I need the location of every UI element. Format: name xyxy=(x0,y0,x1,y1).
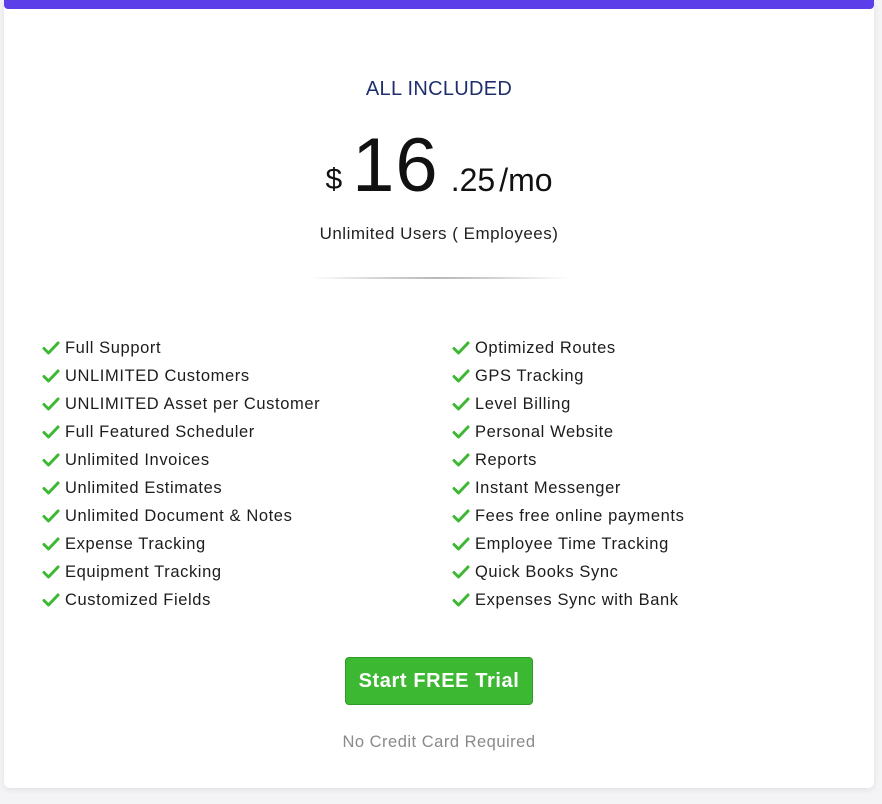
feature-label: Customized Fields xyxy=(65,590,211,609)
check-icon xyxy=(452,593,470,607)
feature-item: GPS Tracking xyxy=(452,362,862,390)
feature-item: Optimized Routes xyxy=(452,334,862,362)
divider xyxy=(310,277,568,279)
feature-label: Unlimited Document & Notes xyxy=(65,506,293,525)
feature-label: Full Featured Scheduler xyxy=(65,422,255,441)
feature-list: Full Support UNLIMITED Customers UNLIMITED… xyxy=(42,334,862,614)
check-icon xyxy=(452,509,470,523)
check-icon xyxy=(452,565,470,579)
feature-label: Optimized Routes xyxy=(475,338,616,357)
feature-item: Expense Tracking xyxy=(42,530,452,558)
price: $16 .25/mo xyxy=(4,122,874,209)
feature-item: Reports xyxy=(452,446,862,474)
plan-title: ALL INCLUDED xyxy=(365,78,513,100)
check-icon xyxy=(452,453,470,467)
feature-item: UNLIMITED Asset per Customer xyxy=(42,390,452,418)
check-icon xyxy=(42,425,60,439)
feature-item: Unlimited Invoices xyxy=(42,446,452,474)
feature-item: Unlimited Document & Notes xyxy=(42,502,452,530)
feature-item: Customized Fields xyxy=(42,586,452,614)
check-icon xyxy=(42,481,60,495)
feature-item: Quick Books Sync xyxy=(452,558,862,586)
feature-label: Personal Website xyxy=(475,422,614,441)
feature-item: Personal Website xyxy=(452,418,862,446)
feature-label: Full Support xyxy=(65,338,162,357)
feature-item: Full Featured Scheduler xyxy=(42,418,452,446)
feature-label: Quick Books Sync xyxy=(475,562,619,581)
check-icon xyxy=(42,341,60,355)
feature-item: Unlimited Estimates xyxy=(42,474,452,502)
feature-item: Expenses Sync with Bank xyxy=(452,586,862,614)
check-icon xyxy=(452,425,470,439)
feature-label: GPS Tracking xyxy=(475,366,584,385)
check-icon xyxy=(452,397,470,411)
pricing-card: ALL INCLUDED $16 .25/mo Unlimited Users (… xyxy=(4,0,874,788)
feature-label: Equipment Tracking xyxy=(65,562,222,581)
price-currency: $ xyxy=(325,163,343,196)
price-amount: 16 xyxy=(352,123,439,208)
check-icon xyxy=(42,593,60,607)
feature-label: UNLIMITED Customers xyxy=(65,366,250,385)
price-period: /mo xyxy=(499,162,553,198)
feature-label: Unlimited Estimates xyxy=(65,478,223,497)
check-icon xyxy=(42,509,60,523)
check-icon xyxy=(452,341,470,355)
feature-item: UNLIMITED Customers xyxy=(42,362,452,390)
feature-item: Fees free online payments xyxy=(452,502,862,530)
feature-label: Employee Time Tracking xyxy=(475,534,669,553)
check-icon xyxy=(42,369,60,383)
feature-label: Unlimited Invoices xyxy=(65,450,210,469)
check-icon xyxy=(452,537,470,551)
check-icon xyxy=(42,453,60,467)
check-icon xyxy=(452,481,470,495)
feature-column-right: Optimized Routes GPS Tracking Level Billin… xyxy=(452,334,862,614)
feature-label: Expenses Sync with Bank xyxy=(475,590,679,609)
feature-label: Expense Tracking xyxy=(65,534,206,553)
check-icon xyxy=(452,369,470,383)
accent-bar xyxy=(4,0,874,9)
no-credit-card-note: No Credit Card Required xyxy=(342,733,536,751)
price-cents: .25 xyxy=(450,162,496,198)
plan-subtitle: Unlimited Users ( Employees) xyxy=(319,224,559,243)
feature-label: UNLIMITED Asset per Customer xyxy=(65,394,321,413)
feature-item: Full Support xyxy=(42,334,452,362)
feature-column-left: Full Support UNLIMITED Customers UNLIMITED… xyxy=(42,334,452,614)
feature-label: Fees free online payments xyxy=(475,506,685,525)
check-icon xyxy=(42,537,60,551)
feature-item: Employee Time Tracking xyxy=(452,530,862,558)
feature-item: Instant Messenger xyxy=(452,474,862,502)
feature-label: Instant Messenger xyxy=(475,478,621,497)
start-free-trial-button[interactable]: Start FREE Trial xyxy=(345,657,533,705)
check-icon xyxy=(42,397,60,411)
feature-item: Level Billing xyxy=(452,390,862,418)
check-icon xyxy=(42,565,60,579)
feature-label: Reports xyxy=(475,450,537,469)
feature-label: Level Billing xyxy=(475,394,571,413)
feature-item: Equipment Tracking xyxy=(42,558,452,586)
